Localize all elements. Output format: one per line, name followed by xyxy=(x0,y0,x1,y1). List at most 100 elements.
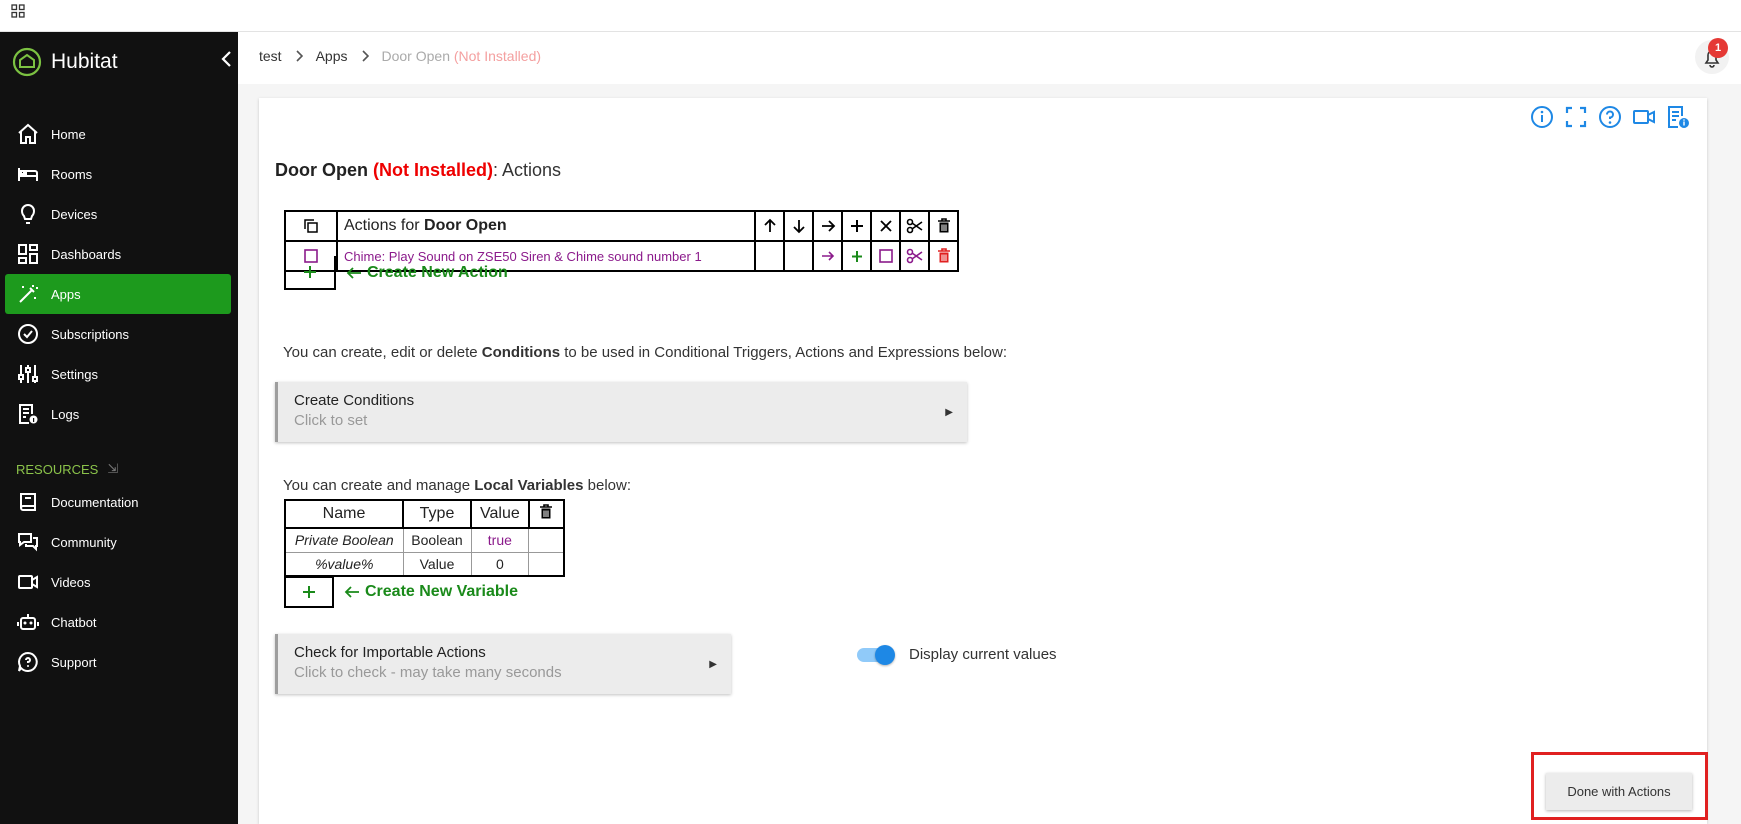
sidebar-item-label: Subscriptions xyxy=(51,326,130,342)
conditions-intro-bold: Conditions xyxy=(481,344,561,361)
help-bubble-icon xyxy=(18,651,38,672)
check-importable-title: Check for Importable Actions xyxy=(294,644,486,661)
conditions-intro-pre: You can create, edit or delete xyxy=(283,344,482,361)
sidebar-item-videos[interactable]: Videos xyxy=(5,562,231,602)
variable-name[interactable]: Private Boolean xyxy=(284,527,404,553)
create-conditions-title: Create Conditions xyxy=(294,392,415,409)
indent-header[interactable] xyxy=(812,210,843,242)
move-up-header[interactable] xyxy=(754,210,785,242)
brand[interactable]: Hubitat xyxy=(12,44,118,80)
breadcrumb-item[interactable]: test xyxy=(259,48,282,64)
breadcrumb-current-name: Door Open xyxy=(381,48,450,64)
sidebar-item-label: Support xyxy=(51,654,97,670)
toggle-knob xyxy=(875,645,895,665)
brand-name: Hubitat xyxy=(51,50,118,73)
collapse-resources-icon[interactable]: ⇲ xyxy=(107,461,118,477)
conditions-intro-post: to be used in Conditional Triggers, Acti… xyxy=(560,344,1008,361)
trash-icon xyxy=(540,503,553,518)
variable-name[interactable]: %value% xyxy=(284,551,404,577)
local-variables-header-row: Name Type Value xyxy=(284,499,565,529)
actions-header-prefix: Actions for xyxy=(344,217,425,234)
sidebar-item-label: Community xyxy=(51,534,117,550)
display-values-toggle[interactable] xyxy=(857,645,895,665)
delete-header[interactable] xyxy=(928,210,959,242)
sidebar-item-documentation[interactable]: Documentation xyxy=(5,482,231,522)
plus-icon xyxy=(850,220,863,232)
move-down-header[interactable] xyxy=(783,210,814,242)
check-importable-actions-button[interactable]: Check for Importable Actions Click to ch… xyxy=(275,634,731,694)
info-icon[interactable] xyxy=(1529,104,1555,130)
cut-header[interactable] xyxy=(899,210,930,242)
local-variables-intro-post: below: xyxy=(583,477,632,494)
action-delete[interactable] xyxy=(928,240,959,272)
video-icon[interactable] xyxy=(1631,104,1657,130)
scissors-icon xyxy=(906,248,922,264)
action-cut[interactable] xyxy=(899,240,930,272)
variable-row[interactable]: Private Boolean Boolean true xyxy=(284,527,565,553)
variable-type: Boolean xyxy=(402,527,472,553)
lightbulb-icon xyxy=(20,204,36,224)
sidebar-item-home[interactable]: Home xyxy=(5,114,231,154)
sidebar-item-settings[interactable]: Settings xyxy=(5,354,231,394)
book-icon xyxy=(20,493,36,511)
sidebar-item-devices[interactable]: Devices xyxy=(5,194,231,234)
video-icon xyxy=(18,575,38,589)
chevron-right-icon xyxy=(296,50,303,62)
help-icon[interactable] xyxy=(1597,104,1623,130)
action-indent[interactable] xyxy=(812,240,843,272)
notification-count-badge: 1 xyxy=(1708,38,1728,58)
chevron-right-icon xyxy=(361,50,369,62)
hubitat-logo-icon xyxy=(12,47,42,77)
collapse-sidebar-icon[interactable] xyxy=(220,50,232,68)
logs-info-icon[interactable] xyxy=(1665,104,1691,130)
action-move-up xyxy=(754,240,785,272)
fullscreen-icon[interactable] xyxy=(1563,104,1589,130)
delete-variables-header[interactable] xyxy=(527,499,565,529)
sidebar-item-dashboards[interactable]: Dashboards xyxy=(5,234,231,274)
sidebar-item-chatbot[interactable]: Chatbot xyxy=(5,602,231,642)
sidebar-item-apps[interactable]: Apps xyxy=(5,274,231,314)
variable-type: Value xyxy=(402,551,472,577)
apps-grid-icon[interactable] xyxy=(11,4,25,18)
variable-row[interactable]: %value% Value 0 xyxy=(284,551,565,577)
action-insert[interactable] xyxy=(841,240,872,272)
create-new-action-link[interactable]: Create New Action xyxy=(346,264,508,282)
breadcrumb-item[interactable]: Apps xyxy=(316,48,348,64)
insert-header[interactable] xyxy=(841,210,872,242)
scissors-icon xyxy=(906,218,922,234)
create-new-variable-link[interactable]: Create New Variable xyxy=(344,583,518,601)
add-variable-button[interactable] xyxy=(284,576,334,608)
done-with-actions-button[interactable]: Done with Actions xyxy=(1546,773,1692,810)
breadcrumb-current: Door Open (Not Installed) xyxy=(382,48,542,64)
sidebar-item-community[interactable]: Community xyxy=(5,522,231,562)
action-select[interactable] xyxy=(870,240,901,272)
column-header-type: Type xyxy=(402,499,472,529)
local-variables-table: Name Type Value Private Boolean Boolean … xyxy=(284,499,565,577)
sidebar-item-logs[interactable]: Logs xyxy=(5,394,231,434)
copy-icon xyxy=(304,219,318,233)
variable-value: 0 xyxy=(470,551,530,577)
check-circle-icon xyxy=(18,324,38,344)
create-action-row: Create New Action xyxy=(284,256,508,290)
close-header[interactable] xyxy=(870,210,901,242)
local-variables-intro: You can create and manage Local Variable… xyxy=(283,477,631,494)
sidebar-item-subscriptions[interactable]: Subscriptions xyxy=(5,314,231,354)
home-icon xyxy=(18,123,38,144)
add-action-button[interactable] xyxy=(284,256,336,290)
conditions-intro: You can create, edit or delete Condition… xyxy=(283,344,1007,361)
expand-triangle-icon: ▶ xyxy=(709,659,717,670)
top-bar xyxy=(0,0,1741,32)
breadcrumb-current-status: (Not Installed) xyxy=(453,48,542,64)
page-title: Door Open (Not Installed): Actions xyxy=(275,160,561,181)
plus-icon xyxy=(303,586,315,598)
sidebar-item-label: Chatbot xyxy=(51,614,97,630)
sidebar-item-support[interactable]: Support xyxy=(5,642,231,682)
copy-actions-cell[interactable] xyxy=(284,210,338,242)
sidebar-item-label: Devices xyxy=(51,206,98,222)
sidebar-item-rooms[interactable]: Rooms xyxy=(5,154,231,194)
create-conditions-button[interactable]: Create Conditions Click to set ▶ xyxy=(275,382,967,442)
expand-triangle-icon: ▶ xyxy=(945,407,953,418)
variable-delete-cell xyxy=(528,527,565,553)
arrow-right-icon xyxy=(821,220,835,232)
trash-icon xyxy=(937,248,950,263)
